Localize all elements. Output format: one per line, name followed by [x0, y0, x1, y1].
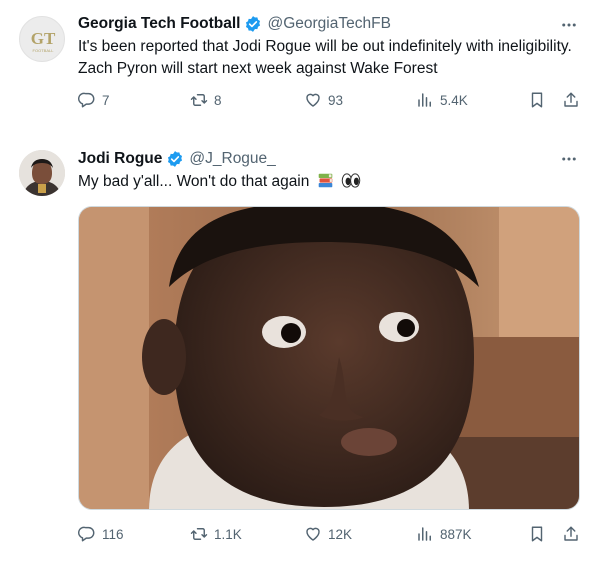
like-count: 12K	[328, 526, 353, 542]
retweet-icon	[190, 528, 208, 540]
share-button[interactable]	[562, 91, 580, 109]
bookmark-icon	[531, 92, 543, 108]
reply-button[interactable]: 7	[78, 91, 110, 109]
views-button[interactable]: 887K	[416, 525, 472, 543]
retweet-count: 1.1K	[214, 526, 242, 542]
gt-logo: GT	[31, 29, 56, 48]
heart-icon	[306, 93, 320, 107]
author-handle[interactable]: @GeorgiaTechFB	[267, 15, 390, 33]
share-button[interactable]	[562, 525, 580, 543]
retweet-icon	[190, 94, 208, 106]
verified-badge-icon	[246, 16, 261, 32]
reply-button[interactable]: 116	[78, 525, 124, 543]
share-icon	[564, 526, 578, 541]
bookmark-icon	[531, 526, 543, 542]
tweet-image[interactable]	[78, 206, 580, 510]
tweet-text: My bad y'all... Won't do that again	[78, 171, 583, 193]
gt-logo-sub: FOOTBALL	[33, 48, 55, 53]
analytics-icon	[418, 93, 431, 107]
tweet-jodi-rogue[interactable]: Jodi Rogue @J_Rogue_ My bad y'all... Won…	[0, 138, 598, 565]
retweet-count: 8	[214, 92, 222, 108]
bookmark-button[interactable]	[528, 91, 546, 109]
reply-icon	[78, 526, 95, 542]
like-button[interactable]: 93	[304, 91, 343, 109]
avatar[interactable]: GT FOOTBALL	[19, 16, 65, 62]
eyes-emoji-icon	[341, 173, 361, 188]
retweet-button[interactable]: 8	[190, 91, 222, 109]
view-count: 5.4K	[440, 92, 468, 108]
tweet-text: It's been reported that Jodi Rogue will …	[78, 38, 572, 77]
avatar[interactable]	[19, 150, 65, 196]
author-handle[interactable]: @J_Rogue_	[189, 150, 275, 168]
views-button[interactable]: 5.4K	[416, 91, 468, 109]
analytics-icon	[418, 527, 431, 541]
like-button[interactable]: 12K	[304, 525, 352, 543]
more-options-icon[interactable]	[560, 16, 578, 34]
action-bar: 116 1.1K 12K 887K	[78, 525, 583, 547]
tweet-georgia-tech[interactable]: GT FOOTBALL Georgia Tech Football @Georg…	[0, 0, 598, 130]
reply-count: 116	[102, 526, 124, 542]
retweet-button[interactable]: 1.1K	[190, 525, 242, 543]
avatar-photo	[19, 150, 65, 196]
reply-count: 7	[102, 92, 110, 108]
more-options-icon[interactable]	[560, 150, 578, 168]
author-name[interactable]: Georgia Tech Football	[78, 15, 240, 33]
bookmark-button[interactable]	[528, 525, 546, 543]
author-name[interactable]: Jodi Rogue	[78, 150, 162, 168]
view-count: 887K	[440, 526, 472, 542]
tweet-text-content: My bad y'all... Won't do that again	[78, 173, 310, 190]
reaction-photo	[79, 207, 579, 509]
heart-icon	[306, 527, 320, 541]
share-icon	[564, 92, 578, 107]
action-bar: 7 8 93 5.4K	[78, 91, 583, 113]
reply-icon	[78, 92, 95, 108]
verified-badge-icon	[168, 151, 183, 167]
like-count: 93	[328, 92, 344, 108]
books-emoji-icon	[318, 173, 332, 188]
